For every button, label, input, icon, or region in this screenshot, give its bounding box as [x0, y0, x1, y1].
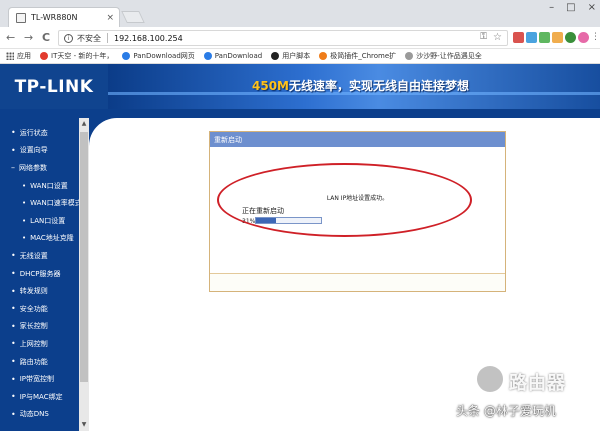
- forward-button[interactable]: →: [24, 31, 33, 44]
- tp-link-logo: TP-LINK: [14, 76, 94, 97]
- scroll-thumb[interactable]: [80, 132, 88, 382]
- bookmark-favicon: [319, 52, 328, 60]
- sidebar-item[interactable]: 转发规则: [0, 282, 78, 300]
- security-label: 不安全: [77, 33, 101, 43]
- banner-strip: [0, 109, 600, 118]
- url-text[interactable]: 192.168.100.254: [114, 34, 183, 43]
- sidebar-item[interactable]: 运行状态: [0, 124, 78, 142]
- bookmark-item[interactable]: 用户脚本: [271, 51, 310, 61]
- tab-title: TL-WR880N: [31, 13, 78, 22]
- bookmark-favicon: [203, 52, 212, 60]
- browser-tab[interactable]: TL-WR880N ×: [8, 7, 120, 27]
- bookmark-item[interactable]: PanDownload网页: [122, 51, 195, 61]
- sidebar-item[interactable]: WAN口速率模式: [0, 194, 82, 212]
- page-icon: [16, 12, 26, 23]
- extension-icon-2[interactable]: [526, 32, 537, 43]
- sidebar-item[interactable]: MAC地址克隆: [0, 230, 78, 248]
- sidebar-item[interactable]: IP与MAC绑定: [0, 388, 78, 406]
- sidebar-item[interactable]: 设置向导: [0, 142, 78, 160]
- bookmark-favicon: [405, 52, 414, 60]
- panel-footer: [210, 273, 505, 291]
- bookmark-star-icon[interactable]: ☆: [493, 32, 502, 43]
- apps-icon: [6, 52, 14, 60]
- sidebar-item[interactable]: 动态DNS: [0, 406, 78, 424]
- sidebar-item[interactable]: WAN口设置: [0, 177, 78, 195]
- close-tab-icon[interactable]: ×: [106, 13, 114, 23]
- sidebar-item[interactable]: 家长控制: [0, 318, 78, 336]
- sidebar-item[interactable]: 路由功能: [0, 353, 78, 371]
- address-divider: [107, 33, 108, 43]
- back-button[interactable]: ←: [6, 31, 15, 44]
- bookmark-apps[interactable]: 应用: [6, 51, 31, 61]
- minimize-button[interactable]: –: [549, 2, 554, 13]
- extension-icon-3[interactable]: [539, 32, 550, 43]
- scroll-down-arrow[interactable]: ▼: [80, 421, 88, 429]
- watermark-credit: 头条 @林子爱玩机: [456, 404, 556, 418]
- bookmark-favicon: [122, 52, 131, 60]
- sidebar-item[interactable]: 无线设置: [0, 247, 78, 265]
- bookmark-item[interactable]: PanDownload: [203, 52, 262, 60]
- menu-icon[interactable]: ⋮: [591, 32, 600, 42]
- sidebar-item[interactable]: 网络参数: [0, 159, 78, 177]
- reload-button[interactable]: C: [42, 31, 50, 44]
- extension-icon-6[interactable]: [578, 32, 589, 43]
- banner-slogan: 450M无线速率，实现无线自由连接梦想: [252, 77, 469, 94]
- scroll-up-arrow[interactable]: ▲: [80, 120, 88, 128]
- bookmarks-bar: 应用 IT天空 - 新的十年， PanDownload网页 PanDownloa…: [0, 49, 600, 64]
- close-window-button[interactable]: ×: [588, 2, 596, 13]
- maximize-button[interactable]: □: [566, 2, 575, 13]
- extension-icon-1[interactable]: [513, 32, 524, 43]
- red-highlight-ellipse: [217, 163, 472, 237]
- bookmark-item[interactable]: 沙沙野-让作品遇见全: [405, 51, 482, 61]
- bookmark-favicon: [40, 52, 48, 60]
- router-sidebar: 运行状态设置向导网络参数WAN口设置WAN口速率模式LAN口设置MAC地址克隆无…: [0, 118, 89, 431]
- panel-title: 重新启动: [210, 132, 505, 147]
- address-bar[interactable]: i 不安全 192.168.100.254 ⚿ ☆: [58, 30, 508, 46]
- info-icon[interactable]: i: [64, 33, 73, 43]
- bookmark-favicon: [271, 52, 280, 60]
- slogan-speed: 450M: [252, 79, 289, 93]
- sidebar-item[interactable]: 安全功能: [0, 300, 78, 318]
- key-icon[interactable]: ⚿: [480, 32, 487, 42]
- window-controls: – □ ×: [549, 2, 596, 13]
- new-tab-button[interactable]: [121, 11, 145, 23]
- sidebar-item[interactable]: IP带宽控制: [0, 370, 78, 388]
- watermark-brand: 路由器: [509, 373, 566, 394]
- logo-area: TP-LINK: [0, 64, 108, 109]
- bookmark-item[interactable]: IT天空 - 新的十年，: [40, 51, 113, 61]
- watermark-logo-icon: [477, 366, 503, 392]
- sidebar-menu: 运行状态设置向导网络参数WAN口设置WAN口速率模式LAN口设置MAC地址克隆无…: [0, 124, 82, 424]
- slogan-text: 无线速率，实现无线自由连接梦想: [289, 79, 470, 93]
- extension-icon-4[interactable]: [552, 32, 563, 43]
- sidebar-item[interactable]: 上网控制: [0, 335, 78, 353]
- extension-icon-5[interactable]: [565, 32, 576, 43]
- sidebar-item[interactable]: DHCP服务器: [0, 265, 78, 283]
- browser-titlebar: TL-WR880N × – □ ×: [0, 0, 600, 27]
- router-banner: TP-LINK 450M无线速率，实现无线自由连接梦想: [0, 64, 600, 109]
- banner-graphic: 450M无线速率，实现无线自由连接梦想: [108, 64, 600, 109]
- sidebar-item[interactable]: LAN口设置: [0, 212, 78, 230]
- browser-toolbar: ← → C i 不安全 192.168.100.254 ⚿ ☆ ⋮: [0, 27, 600, 49]
- bookmark-item[interactable]: 极简插件_Chrome扩: [319, 51, 396, 61]
